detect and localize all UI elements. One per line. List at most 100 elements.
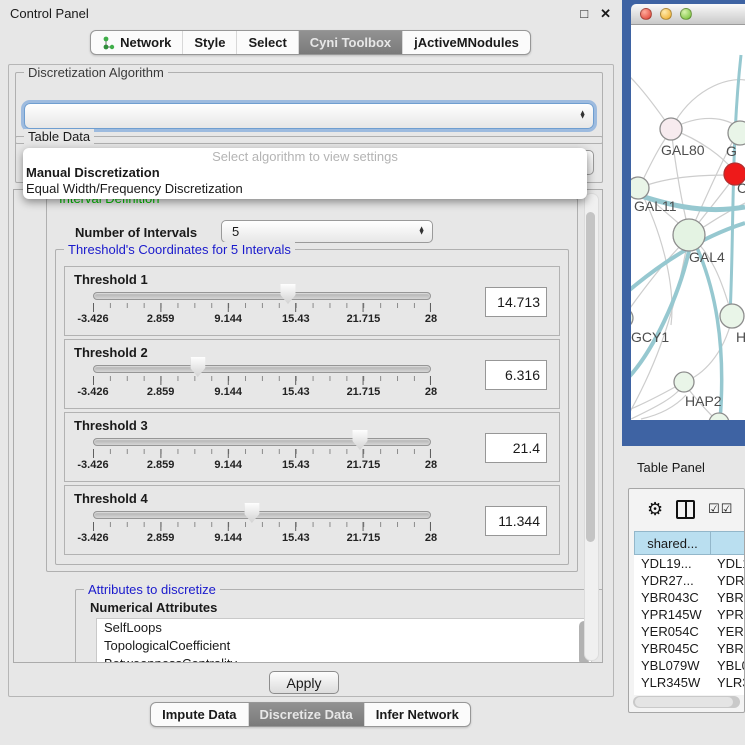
gear-icon[interactable]: ⚙: [647, 500, 663, 518]
number-of-intervals-combobox[interactable]: 5 ▲▼: [221, 220, 433, 243]
node-label: HAP2: [685, 393, 722, 409]
table-row[interactable]: YBR043C YBR0: [634, 589, 745, 606]
float-window-icon[interactable]: □: [580, 7, 588, 20]
slider-track[interactable]: [93, 438, 431, 446]
combo-stepper-icon: ▲▼: [418, 227, 425, 236]
tick-label: 15.43: [282, 532, 310, 544]
tick-label: 15.43: [282, 386, 310, 398]
tick-label: 9.144: [214, 532, 242, 544]
tick-label: 21.715: [347, 459, 381, 471]
table-cell: YBR0: [712, 641, 745, 656]
threshold-value-field[interactable]: 21.4: [485, 433, 547, 463]
algorithm-combobox[interactable]: ▲▼: [24, 103, 594, 129]
tab-network-label: Network: [120, 35, 171, 50]
table-cell: YBR045C: [634, 641, 712, 656]
threshold-value-field[interactable]: 6.316: [485, 360, 547, 390]
slider-thumb[interactable]: [281, 284, 296, 304]
column-header-shared[interactable]: shared...: [634, 531, 711, 555]
table-row[interactable]: YBL079W YBL0: [634, 657, 745, 674]
tick-label: -3.426: [77, 459, 108, 471]
tick-label: 9.144: [214, 313, 242, 325]
attribute-list-item[interactable]: BetweennessCentrality: [97, 655, 591, 663]
table-row[interactable]: YLR345W YLR3: [634, 674, 745, 691]
table-horizontal-scrollbar[interactable]: [633, 696, 740, 708]
table-scrollbar-thumb[interactable]: [635, 697, 733, 707]
threshold-value-field[interactable]: 11.344: [485, 506, 547, 536]
node-label: GAL4: [689, 249, 725, 265]
node-label-partial: C: [737, 180, 745, 196]
close-icon[interactable]: ✕: [600, 7, 611, 20]
zoom-traffic-light-icon[interactable]: [680, 8, 692, 20]
table-cell: YDR27...: [634, 573, 712, 588]
slider-thumb[interactable]: [353, 430, 368, 450]
apply-button[interactable]: Apply: [269, 671, 339, 694]
node-label: GAL80: [661, 142, 705, 158]
tick-label: 9.144: [214, 386, 242, 398]
network-window-titlebar: [631, 4, 745, 25]
node-label-partial: G: [726, 143, 737, 159]
tick-label: -3.426: [77, 313, 108, 325]
slider-ticks: [93, 303, 431, 312]
settings-vertical-scrollbar[interactable]: [584, 193, 599, 661]
tick-label: 9.144: [214, 459, 242, 471]
tab-cyni-toolbox[interactable]: Cyni Toolbox: [298, 31, 402, 54]
column-header-name[interactable]: n: [711, 531, 745, 555]
table-cell: YDL1: [712, 556, 745, 571]
thresholds-group: Threshold's Coordinates for 5 Intervals …: [55, 249, 569, 565]
table-cell: YBR043C: [634, 590, 712, 605]
table-row[interactable]: YDR27... YDR2: [634, 572, 745, 589]
slider-track[interactable]: [93, 292, 431, 300]
slider-track[interactable]: [93, 511, 431, 519]
minimize-traffic-light-icon[interactable]: [660, 8, 672, 20]
slider-thumb[interactable]: [244, 503, 259, 523]
tab-infer-network[interactable]: Infer Network: [364, 703, 470, 726]
table-cell: YPR145W: [634, 607, 712, 622]
slider-tick-labels: -3.4262.8599.14415.4321.71528: [93, 532, 431, 545]
tab-network[interactable]: Network: [91, 31, 182, 54]
network-node: [660, 118, 682, 140]
tick-label: -3.426: [77, 532, 108, 544]
network-node: [631, 177, 649, 199]
checkbox-icons[interactable]: ☑☑: [708, 501, 733, 517]
slider-track[interactable]: [93, 365, 431, 373]
table-row[interactable]: YPR145W YPR1: [634, 606, 745, 623]
columns-icon[interactable]: [676, 500, 695, 519]
algorithm-popup-item[interactable]: Manual Discretization: [23, 165, 587, 181]
attribute-list-item[interactable]: TopologicalCoefficient: [97, 637, 591, 655]
tab-jactivemnodules[interactable]: jActiveMNodules: [402, 31, 530, 54]
tick-label: 28: [425, 459, 437, 471]
tab-impute-data[interactable]: Impute Data: [151, 703, 247, 726]
node-label: GAL11: [634, 198, 677, 214]
table-panel-body: ⚙ ☑☑ shared... n YDL19... YDL1 YDR27... …: [628, 488, 745, 713]
table-row[interactable]: YDL19... YDL1: [634, 555, 745, 572]
attribute-list-item[interactable]: SelfLoops: [97, 619, 591, 637]
table-row[interactable]: YIL052C YIL0: [634, 691, 745, 695]
tick-label: 28: [425, 532, 437, 544]
network-tab-icon: [102, 36, 115, 50]
control-panel-body: Discretization Algorithm ▲▼ Table Data g…: [8, 64, 614, 697]
tab-cyni-toolbox-label: Cyni Toolbox: [310, 35, 391, 50]
tab-discretize-data[interactable]: Discretize Data: [248, 703, 364, 726]
numerical-attributes-list: SelfLoopsTopologicalCoefficientBetweenne…: [96, 618, 592, 663]
network-view-window: GAL80 G GAL11 C GAL4 GCY1 H HAP2: [622, 0, 745, 446]
table-row[interactable]: YBR045C YBR0: [634, 640, 745, 657]
threshold-slider: -3.4262.8599.14415.4321.71528: [93, 340, 431, 408]
number-of-intervals-value: 5: [232, 224, 239, 239]
slider-ticks: [93, 522, 431, 531]
table-cell: YER0: [712, 624, 745, 639]
network-canvas[interactable]: GAL80 G GAL11 C GAL4 GCY1 H HAP2: [631, 25, 745, 420]
settings-scrollbar-thumb[interactable]: [586, 212, 595, 542]
tab-select[interactable]: Select: [236, 31, 297, 54]
table-panel-toolbar: ⚙ ☑☑: [629, 489, 744, 529]
threshold-value-field[interactable]: 14.713: [485, 287, 547, 317]
table-row[interactable]: YER054C YER0: [634, 623, 745, 640]
slider-thumb[interactable]: [190, 357, 205, 377]
tab-style[interactable]: Style: [182, 31, 236, 54]
close-traffic-light-icon[interactable]: [640, 8, 652, 20]
tab-discretize-data-label: Discretize Data: [260, 707, 353, 722]
top-tab-bar: Network Style Select Cyni Toolbox jActiv…: [0, 30, 621, 55]
threshold-panel: Threshold 2 -3.4262.8599.14415.4321.7152…: [64, 339, 560, 409]
tab-style-label: Style: [194, 35, 225, 50]
algorithm-popup-item[interactable]: Equal Width/Frequency Discretization: [23, 181, 587, 197]
table-cell: YBL0: [712, 658, 745, 673]
